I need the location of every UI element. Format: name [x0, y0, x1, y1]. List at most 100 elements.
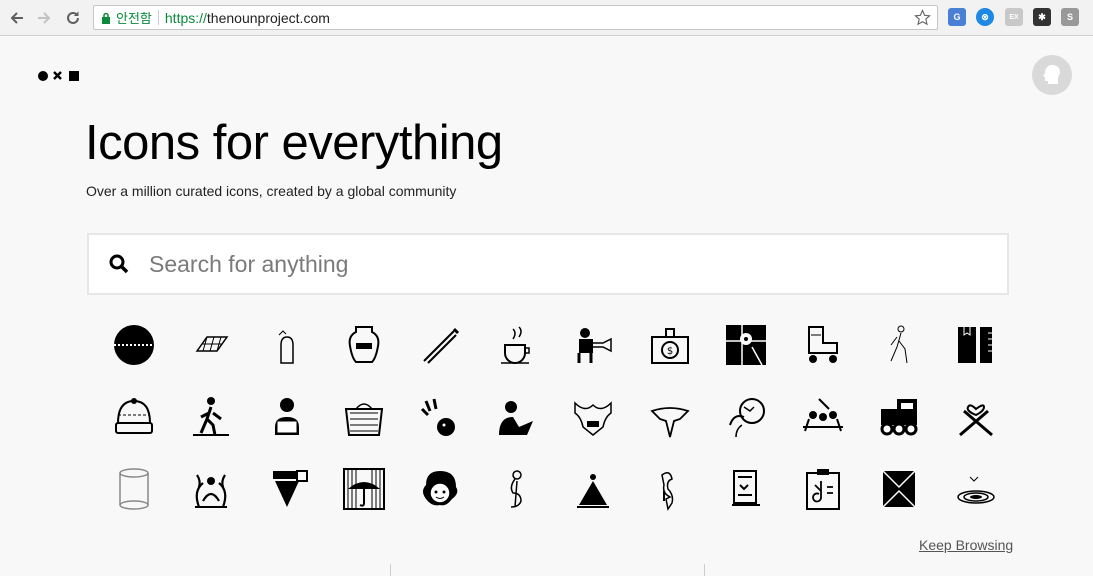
icon-tile[interactable]: [173, 381, 250, 453]
money-bag-icon: $: [650, 328, 689, 364]
icon-tile[interactable]: [326, 453, 403, 525]
search-box[interactable]: [87, 233, 1009, 295]
toy-train-icon: [880, 399, 918, 436]
icon-tile[interactable]: [96, 453, 173, 525]
back-button[interactable]: [6, 7, 28, 29]
icon-tile[interactable]: [708, 381, 785, 453]
address-bar[interactable]: 안전함 https://thenounproject.com: [93, 5, 938, 30]
icon-tile[interactable]: $: [632, 309, 709, 381]
yoga-pose-icon: [577, 471, 610, 508]
exterminator-icon: [577, 328, 612, 363]
icon-tile[interactable]: [861, 381, 938, 453]
knit-hat-icon: [115, 398, 154, 434]
icon-tile[interactable]: [632, 381, 709, 453]
url-scheme: https://: [164, 9, 207, 26]
hero-subtitle: Over a million curated icons, created by…: [86, 183, 457, 199]
search-icon: [109, 254, 129, 274]
cactus-plant-icon: [278, 330, 294, 364]
arrow-right-icon: [38, 12, 51, 24]
url-host: thenounproject.com: [206, 9, 330, 26]
icon-tile[interactable]: [555, 453, 632, 525]
icon-tile[interactable]: [479, 453, 556, 525]
bookmark-star-icon[interactable]: [914, 9, 931, 26]
icon-grid: $: [96, 309, 1016, 525]
user-head-icon: [1043, 65, 1060, 84]
icon-tile[interactable]: [479, 309, 556, 381]
icon-tile[interactable]: [938, 381, 1015, 453]
umbrella-rain-icon: [342, 468, 385, 510]
laundry-basket-icon: [344, 403, 383, 436]
page-content: Icons for everything Over a million cura…: [0, 37, 1093, 576]
icon-tile[interactable]: [479, 381, 556, 453]
flamingo-icon: [660, 472, 673, 511]
vortex-swirl-icon: [957, 476, 995, 504]
icon-tile[interactable]: [555, 381, 632, 453]
roller-skate-icon: [807, 326, 838, 363]
crossed-swords-heart-icon: [958, 404, 993, 437]
icon-tile[interactable]: [861, 453, 938, 525]
manta-ray-icon: [650, 407, 690, 438]
s-extension-icon[interactable]: S: [1061, 8, 1079, 26]
blue-extension-icon[interactable]: ⊗: [976, 8, 994, 26]
meditation-fire-icon: [194, 474, 227, 508]
icon-tile[interactable]: [96, 309, 173, 381]
user-avatar[interactable]: [1032, 55, 1072, 95]
icon-tile[interactable]: [861, 309, 938, 381]
icon-tile[interactable]: [402, 453, 479, 525]
bowling-icon: [421, 398, 456, 436]
glass-cylinder-icon: [119, 468, 149, 510]
icon-tile[interactable]: [708, 309, 785, 381]
cricket-bat-icon: [423, 327, 460, 364]
icon-tile[interactable]: [785, 453, 862, 525]
icon-tile[interactable]: [249, 453, 326, 525]
icon-tile[interactable]: [708, 453, 785, 525]
reload-button[interactable]: [62, 7, 84, 29]
address-divider: [157, 10, 159, 25]
spinning-top-icon: [273, 470, 309, 507]
section-divider: [390, 564, 391, 576]
icon-tile[interactable]: [173, 309, 250, 381]
music-clipboard-icon: [805, 469, 840, 510]
secure-label: 안전함: [116, 12, 152, 27]
envelope-icon: [882, 470, 916, 508]
curly-hair-face-icon: [423, 471, 458, 506]
icon-tile[interactable]: [173, 453, 250, 525]
svg-text:$: $: [667, 346, 673, 357]
icon-tile[interactable]: [96, 381, 173, 453]
icon-tile[interactable]: [785, 309, 862, 381]
keep-browsing-link[interactable]: Keep Browsing: [919, 537, 1013, 553]
icon-tile[interactable]: [632, 453, 709, 525]
icon-tile[interactable]: [326, 309, 403, 381]
icon-tile[interactable]: [326, 381, 403, 453]
arrow-left-icon: [10, 12, 23, 24]
muscle-torso-icon: [574, 401, 612, 436]
icon-tile[interactable]: [402, 309, 479, 381]
icon-tile[interactable]: [249, 381, 326, 453]
ex-extension-icon[interactable]: EX: [1005, 8, 1023, 26]
search-input[interactable]: [149, 250, 969, 278]
coffee-cup-icon: [500, 326, 530, 364]
icon-tile[interactable]: [785, 381, 862, 453]
icon-tile[interactable]: [938, 309, 1015, 381]
reload-icon: [67, 11, 79, 24]
pregnant-woman-icon: [510, 470, 522, 508]
person-thinking-icon: [498, 401, 533, 435]
walking-man-icon: [890, 325, 908, 364]
colorful-extension-icon[interactable]: ✱: [1033, 8, 1051, 26]
icon-tile[interactable]: [249, 309, 326, 381]
icon-tile[interactable]: [938, 453, 1015, 525]
icon-tile[interactable]: [402, 381, 479, 453]
cricket-ball-icon: [114, 325, 155, 365]
solar-panel-icon: [195, 336, 229, 352]
section-divider: [704, 564, 705, 576]
lock-icon: [102, 12, 110, 24]
hero-title: Icons for everything: [85, 116, 503, 170]
logo[interactable]: [38, 70, 80, 82]
translate-extension-icon[interactable]: G: [948, 8, 966, 26]
workshop-people-icon: [802, 398, 843, 432]
notebook-ruler-icon: [957, 327, 992, 363]
browser-toolbar: 안전함 https://thenounproject.com G ⊗ EX ✱ …: [0, 0, 1093, 36]
icon-tile[interactable]: [555, 309, 632, 381]
noun-project-logo-icon: [38, 71, 79, 81]
forward-button[interactable]: [33, 7, 55, 29]
